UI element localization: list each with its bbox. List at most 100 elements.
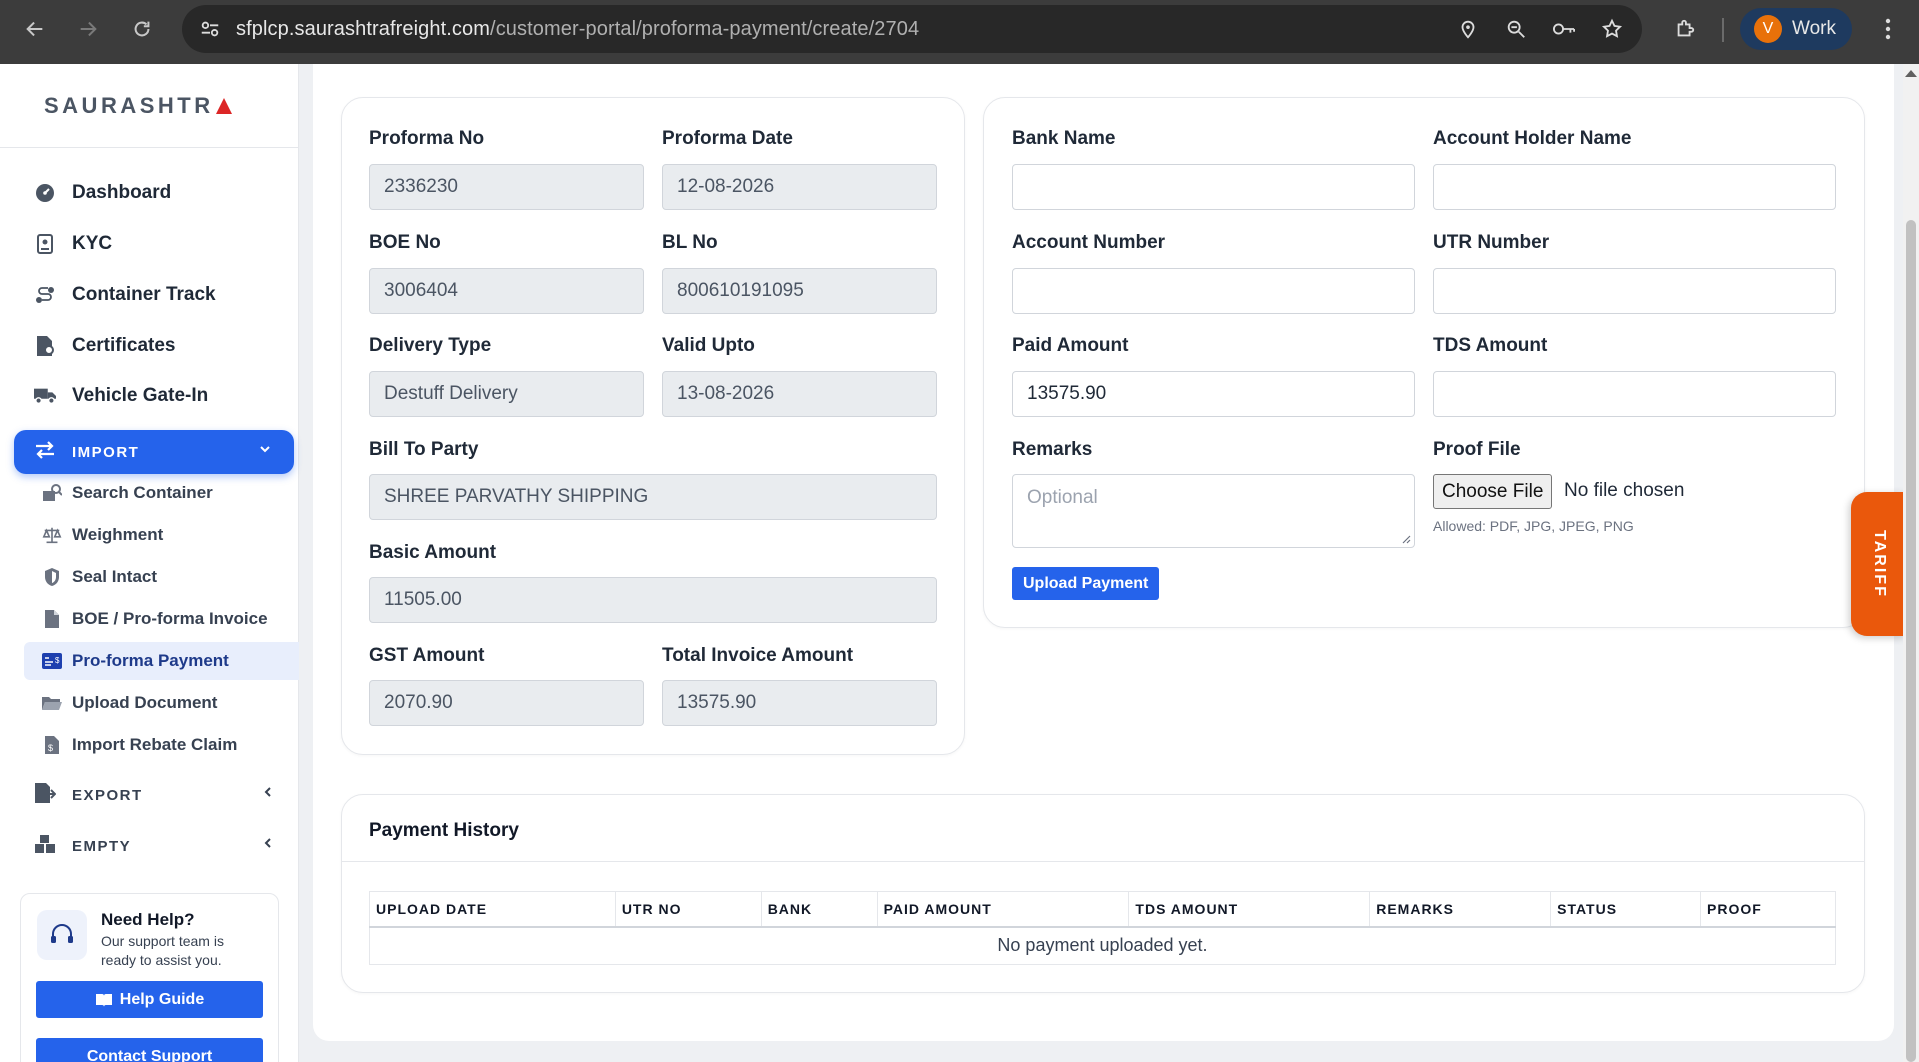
sidebar-item-upload-document[interactable]: Upload Document	[24, 684, 299, 722]
profile-button[interactable]: V Work	[1740, 8, 1852, 50]
sidebar-item-vehicle-gate-in[interactable]: Vehicle Gate-In	[0, 371, 299, 421]
column-header-status[interactable]: STATUS	[1550, 891, 1702, 928]
sidebar-item-label: Seal Intact	[72, 567, 158, 586]
choose-file-button[interactable]: Choose File	[1433, 474, 1553, 509]
scale-icon	[42, 525, 62, 545]
total-invoice-label: Total Invoice Amount	[662, 645, 854, 666]
allowed-file-types: Allowed: PDF, JPG, JPEG, PNG	[1433, 518, 1634, 534]
column-header-upload-date[interactable]: UPLOAD DATE	[369, 891, 616, 928]
location-icon[interactable]	[1448, 9, 1488, 49]
brand-logo[interactable]: SAURASHTR	[0, 64, 298, 148]
upload-payment-label: Upload Payment	[1023, 574, 1149, 592]
dashboard-gauge-icon	[34, 182, 56, 204]
delivery-type-label: Delivery Type	[369, 335, 492, 356]
profile-name: Work	[1792, 18, 1836, 39]
sidebar-item-label: Certificates	[72, 335, 176, 356]
site-settings-icon[interactable]	[190, 9, 230, 49]
proforma-no-field: 2336230	[369, 164, 644, 210]
scroll-up-arrow-icon[interactable]	[1905, 70, 1917, 77]
sidebar-section-import[interactable]: IMPORT	[14, 430, 294, 474]
sidebar-section-label: EMPTY	[72, 837, 132, 855]
bookmark-star-icon[interactable]	[1592, 9, 1632, 49]
bill-to-party-field: SHREE PARVATHY SHIPPING	[369, 474, 937, 520]
column-header-paid-amount[interactable]: PAID AMOUNT	[876, 891, 1130, 928]
boe-no-field: 3006404	[369, 268, 644, 314]
remarks-textarea[interactable]: Optional	[1012, 474, 1415, 548]
total-invoice-field: 13575.90	[662, 680, 937, 726]
reload-icon[interactable]	[122, 9, 162, 49]
sidebar-item-certificates[interactable]: Certificates	[0, 321, 299, 371]
sidebar-item-label: Weighment	[72, 525, 164, 544]
account-number-input[interactable]	[1012, 268, 1415, 314]
bl-no-label: BL No	[662, 232, 718, 253]
help-title: Need Help?	[101, 910, 195, 929]
sidebar-item-seal-intact[interactable]: Seal Intact	[24, 558, 299, 596]
password-key-icon[interactable]	[1544, 9, 1584, 49]
payment-history-table: UPLOAD DATE UTR NO BANK PAID AMOUNT TDS …	[369, 891, 1836, 965]
valid-upto-value: 13-08-2026	[677, 383, 775, 404]
toolbar-separator	[1722, 18, 1724, 42]
utr-number-input[interactable]	[1433, 268, 1836, 314]
sidebar-item-boe-proforma-invoice[interactable]: BOE / Pro-forma Invoice	[24, 600, 299, 638]
sidebar-item-import-rebate-claim[interactable]: $ Import Rebate Claim	[24, 726, 299, 764]
sidebar-section-export[interactable]: EXPORT	[0, 773, 299, 817]
forward-icon[interactable]	[68, 9, 108, 49]
browser-menu-icon[interactable]	[1868, 9, 1908, 49]
url-path: /customer-portal/proforma-payment/create…	[490, 17, 920, 40]
column-header-utr-no[interactable]: UTR NO	[614, 891, 762, 928]
file-export-icon	[34, 782, 57, 809]
route-icon	[34, 284, 56, 306]
extensions-icon[interactable]	[1665, 9, 1705, 49]
bill-to-party-value: SHREE PARVATHY SHIPPING	[384, 486, 649, 507]
sidebar-item-kyc[interactable]: KYC	[0, 219, 299, 269]
zoom-icon[interactable]	[1496, 9, 1536, 49]
gst-amount-value: 2070.90	[384, 692, 453, 713]
resize-handle-icon[interactable]	[1401, 534, 1411, 544]
paid-amount-value: 13575.90	[1027, 383, 1107, 404]
proforma-no-value: 2336230	[384, 176, 458, 197]
no-file-text: No file chosen	[1564, 480, 1685, 501]
tariff-tab[interactable]: TARIFF	[1851, 492, 1906, 636]
svg-text:$: $	[55, 656, 60, 665]
table-row: No payment uploaded yet.	[369, 926, 1836, 965]
account-holder-input[interactable]	[1433, 164, 1836, 210]
address-bar[interactable]: sfplcp.saurashtrafreight.com/customer-po…	[182, 5, 1642, 53]
remarks-placeholder: Optional	[1027, 487, 1098, 508]
payment-history-title: Payment History	[369, 820, 519, 841]
back-icon[interactable]	[15, 9, 55, 49]
column-header-tds-amount[interactable]: TDS AMOUNT	[1128, 891, 1371, 928]
scrollbar-thumb[interactable]	[1906, 220, 1916, 1062]
contact-support-button[interactable]: Contact Support	[36, 1038, 263, 1062]
boe-no-label: BOE No	[369, 232, 441, 253]
sidebar-item-container-track[interactable]: Container Track	[0, 270, 299, 320]
delivery-type-value: Destuff Delivery	[384, 383, 518, 404]
paid-amount-input[interactable]: 13575.90	[1012, 371, 1415, 417]
sidebar-item-label: Dashboard	[72, 182, 172, 203]
chevron-left-icon	[261, 836, 275, 855]
sidebar-section-empty[interactable]: EMPTY	[0, 824, 299, 868]
bl-no-field: 800610191095	[662, 268, 937, 314]
account-holder-label: Account Holder Name	[1433, 128, 1632, 149]
column-header-proof[interactable]: PROOF	[1700, 891, 1836, 928]
column-header-bank[interactable]: BANK	[760, 891, 878, 928]
container-search-icon	[42, 483, 62, 503]
sidebar-item-dashboard[interactable]: Dashboard	[0, 168, 299, 218]
upload-payment-button[interactable]: Upload Payment	[1012, 567, 1160, 600]
boe-no-value: 3006404	[384, 280, 458, 301]
tds-amount-input[interactable]	[1433, 371, 1836, 417]
sidebar-item-weighment[interactable]: Weighment	[24, 516, 299, 554]
sidebar-section-label: IMPORT	[72, 443, 140, 461]
shield-icon	[42, 567, 62, 587]
column-header-remarks[interactable]: REMARKS	[1369, 891, 1552, 928]
sidebar-item-proforma-payment[interactable]: $ Pro-forma Payment	[24, 642, 299, 680]
table-header-row: UPLOAD DATE UTR NO BANK PAID AMOUNT TDS …	[369, 891, 1836, 928]
bank-name-label: Bank Name	[1012, 128, 1116, 149]
proforma-date-value: 12-08-2026	[677, 176, 775, 197]
total-invoice-value: 13575.90	[677, 692, 757, 713]
url-text: sfplcp.saurashtrafreight.com/customer-po…	[236, 18, 919, 41]
sidebar-item-search-container[interactable]: Search Container	[24, 474, 299, 512]
bank-name-input[interactable]	[1012, 164, 1415, 210]
help-guide-button[interactable]: Help Guide	[36, 981, 263, 1018]
sidebar-item-label: Vehicle Gate-In	[72, 385, 209, 406]
boxes-icon	[34, 834, 56, 859]
